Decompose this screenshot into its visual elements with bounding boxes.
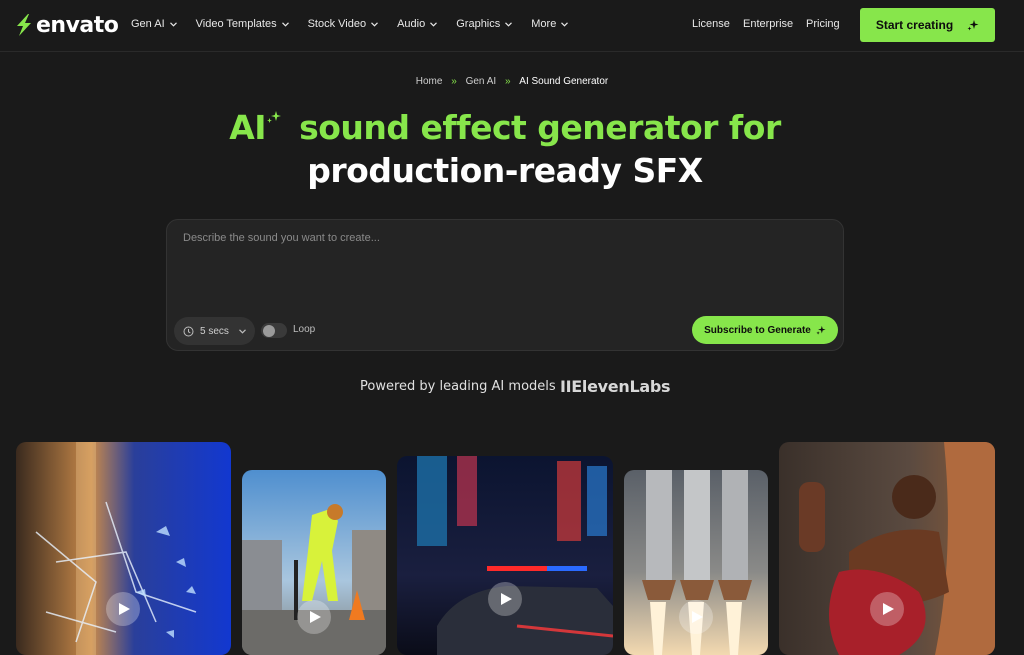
menu-label: Graphics <box>456 18 501 30</box>
chevron-down-icon <box>238 328 246 334</box>
loop-label: Loop <box>293 324 316 335</box>
menu-label: More <box>531 18 557 30</box>
menu-label: Video Templates <box>195 18 277 30</box>
envato-leaf-icon <box>17 14 31 36</box>
card-shattered-glass[interactable] <box>16 442 231 655</box>
play-icon <box>500 593 512 605</box>
play-button[interactable] <box>870 592 904 626</box>
enterprise-link[interactable]: Enterprise <box>743 18 793 30</box>
sound-description-input[interactable] <box>183 232 823 312</box>
menu-gen-ai[interactable]: Gen AI <box>131 18 177 30</box>
play-button[interactable] <box>679 600 713 634</box>
play-icon <box>691 611 703 623</box>
breadcrumb-current: AI Sound Generator <box>519 76 609 87</box>
card-rocket-launch[interactable] <box>624 470 768 655</box>
logo-wordmark: envato <box>36 12 119 38</box>
play-icon <box>118 603 130 615</box>
start-creating-label: Start creating <box>875 18 954 32</box>
sparkle-icon <box>967 20 979 31</box>
powered-by-label: Powered by leading AI models <box>360 379 556 394</box>
play-button[interactable] <box>297 600 331 634</box>
chevron-down-icon <box>169 21 177 27</box>
play-icon <box>309 611 321 623</box>
main-menu: Gen AI Video Templates Stock Video Audio… <box>131 0 587 48</box>
hero-title-ai: AI <box>229 108 267 147</box>
chevron-down-icon <box>561 21 569 27</box>
duration-select[interactable]: 5 secs <box>174 317 255 345</box>
hero-title-rest: sound effect generator for <box>288 108 781 147</box>
menu-more[interactable]: More <box>531 18 569 30</box>
menu-label: Stock Video <box>307 18 367 30</box>
card-boxer[interactable] <box>779 442 995 655</box>
start-creating-button[interactable]: Start creating <box>860 8 995 42</box>
sparkle-icon <box>816 325 826 335</box>
menu-stock-video[interactable]: Stock Video <box>308 18 379 30</box>
envato-logo[interactable]: envato <box>14 12 119 38</box>
breadcrumb-separator: » <box>451 76 457 87</box>
play-icon <box>882 603 894 615</box>
chevron-down-icon <box>281 21 289 27</box>
elevenlabs-logo: IIElevenLabs <box>560 377 671 396</box>
loop-toggle[interactable] <box>261 323 287 338</box>
duration-value: 5 secs <box>200 325 229 337</box>
menu-label: Audio <box>397 18 426 30</box>
subscribe-to-generate-button[interactable]: Subscribe to Generate <box>692 316 838 344</box>
play-button[interactable] <box>106 592 140 626</box>
menu-label: Gen AI <box>131 18 165 30</box>
generate-label: Subscribe to Generate <box>704 324 811 336</box>
card-police-car-city[interactable] <box>397 456 613 655</box>
top-nav: envato Gen AI Video Templates Stock Vide… <box>0 0 1024 52</box>
prompt-box: 5 secs Loop Subscribe to Generate <box>166 219 844 351</box>
menu-video-templates[interactable]: Video Templates <box>196 18 289 30</box>
hero-title-line2: production-ready SFX <box>307 151 703 190</box>
menu-graphics[interactable]: Graphics <box>456 18 513 30</box>
chevron-down-icon <box>505 21 513 27</box>
chevron-down-icon <box>371 21 379 27</box>
breadcrumb-home[interactable]: Home <box>416 76 443 87</box>
license-link[interactable]: License <box>692 18 730 30</box>
card-construction-worker[interactable] <box>242 470 386 655</box>
play-button[interactable] <box>488 582 522 616</box>
menu-audio[interactable]: Audio <box>397 18 438 30</box>
breadcrumb: Home » Gen AI » AI Sound Generator <box>0 76 1024 87</box>
pricing-link[interactable]: Pricing <box>806 18 840 30</box>
chevron-down-icon <box>430 21 438 27</box>
breadcrumb-gen-ai[interactable]: Gen AI <box>466 76 497 87</box>
toggle-knob <box>263 324 275 337</box>
hero-title-line1: AI sound effect generator for <box>0 108 1010 147</box>
breadcrumb-separator: » <box>504 76 511 87</box>
ai-sparkle-icon <box>267 111 282 123</box>
clock-icon <box>183 326 194 336</box>
police-car-city-night-image <box>397 456 613 655</box>
